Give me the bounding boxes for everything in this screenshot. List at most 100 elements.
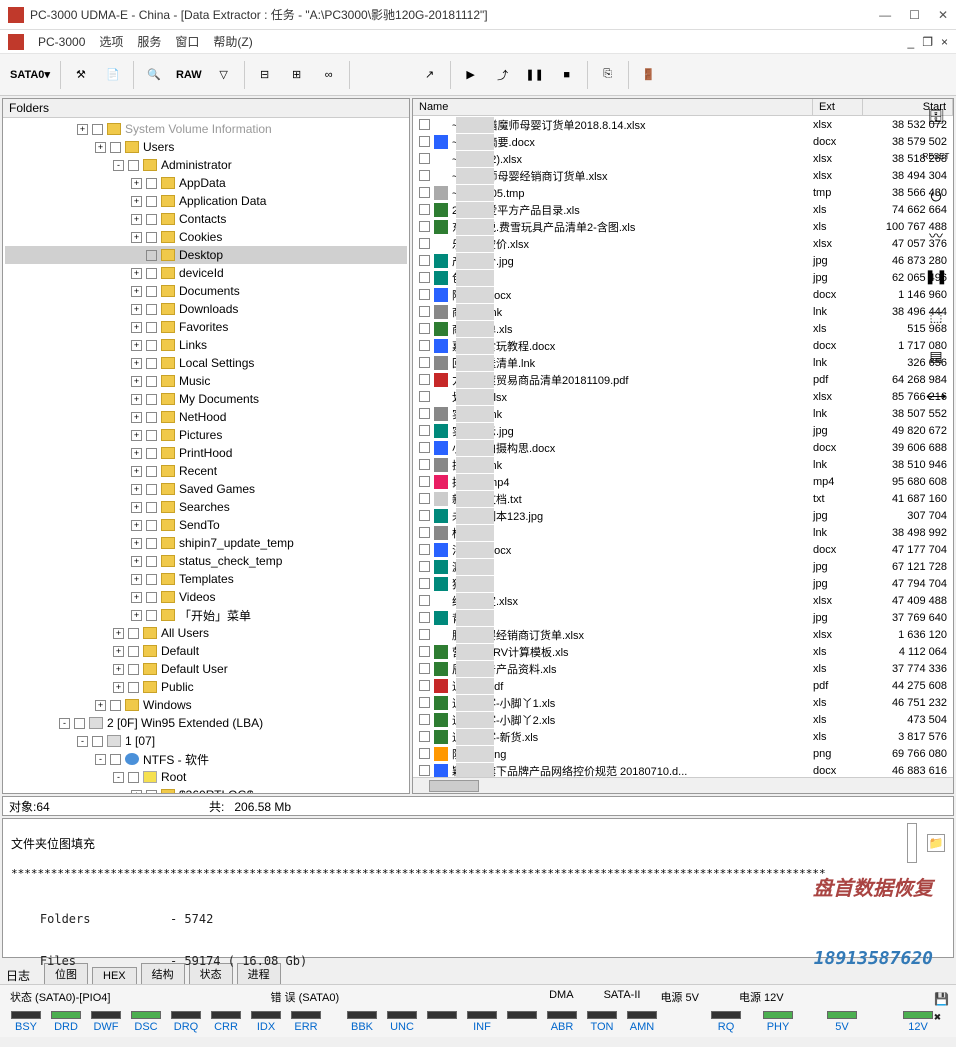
file-row[interactable]: 退 客-新货.xlsxls3 817 576	[413, 728, 953, 745]
connector-icon[interactable]: ⬚	[922, 302, 950, 330]
tree-node[interactable]: +Links	[5, 336, 407, 354]
file-list[interactable]: ~$ 膳魔师母婴订货单2018.8.14.xlsxxlsx38 532 072~…	[413, 116, 953, 777]
play-icon[interactable]: ▶	[456, 59, 486, 91]
file-row[interactable]: 力 渡贸易商品清单20181109.pdfpdf64 268 984	[413, 371, 953, 388]
file-row[interactable]: 颖 旗下品牌产品网络控价规范 20180710.d...docx46 883 6…	[413, 762, 953, 777]
tree-node[interactable]: +Recent	[5, 462, 407, 480]
slider-icon[interactable]: ⟷	[922, 382, 950, 410]
file-row[interactable]: ~W 05.tmptmp38 566 430	[413, 184, 953, 201]
menu-app[interactable]: PC-3000	[38, 35, 85, 49]
tree-node[interactable]: +Cookies	[5, 228, 407, 246]
tree-node[interactable]: -Administrator	[5, 156, 407, 174]
pause-icon[interactable]: ❚❚	[520, 59, 550, 91]
log-clear-icon[interactable]: ✖	[934, 1010, 949, 1024]
mdi-close-icon[interactable]: ×	[941, 35, 948, 49]
tree-node[interactable]: +Templates	[5, 570, 407, 588]
copy-icon[interactable]: ⎘	[593, 59, 623, 91]
tree-node[interactable]: +「开始」菜单	[5, 606, 407, 624]
file-row[interactable]: 标 lnk38 498 992	[413, 524, 953, 541]
tree-node[interactable]: -1 [07]	[5, 732, 407, 750]
tree-node[interactable]: +Users	[5, 138, 407, 156]
minimize-button[interactable]: —	[879, 8, 891, 22]
export-icon[interactable]: ↗	[415, 59, 445, 91]
file-row[interactable]: 膳 婴经销商订货单.xlsxxlsx1 636 120	[413, 626, 953, 643]
tree-node[interactable]: Desktop	[5, 246, 407, 264]
tree-node[interactable]: +Local Settings	[5, 354, 407, 372]
tree-node[interactable]: +Saved Games	[5, 480, 407, 498]
tree-node[interactable]: +Favorites	[5, 318, 407, 336]
tree-node[interactable]: +Application Data	[5, 192, 407, 210]
file-row[interactable]: ~$ (2).xlsxxlsx38 518 268	[413, 150, 953, 167]
horizontal-scrollbar[interactable]	[413, 777, 953, 793]
mdi-minimize-icon[interactable]: _	[908, 35, 915, 49]
tree-node[interactable]: +Default User	[5, 660, 407, 678]
file-row[interactable]: ~$ 膳魔师母婴订货单2018.8.14.xlsxxlsx38 532 072	[413, 116, 953, 133]
link-icon[interactable]: ∞	[314, 59, 344, 91]
tree-node[interactable]: -2 [0F] Win95 Extended (LBA)	[5, 714, 407, 732]
tree-node[interactable]: +deviceId	[5, 264, 407, 282]
file-row[interactable]: 划 .xlsxxlsx85 766 216	[413, 388, 953, 405]
file-row[interactable]: 小 拍摄构思.docxdocx39 606 688	[413, 439, 953, 456]
file-list-header[interactable]: Name Ext Start	[413, 99, 953, 116]
db-icon[interactable]: 🗄	[922, 102, 950, 130]
tree-node[interactable]: +Windows	[5, 696, 407, 714]
tree-node[interactable]: +SendTo	[5, 516, 407, 534]
raw-button[interactable]: RAW	[171, 59, 207, 91]
tree-node[interactable]: +shipin7_update_temp	[5, 534, 407, 552]
file-row[interactable]: 漏 jpg67 121 728	[413, 558, 953, 575]
file-row[interactable]: 退 客-小脚丫1.xlsxls46 751 232	[413, 694, 953, 711]
col-ext[interactable]: Ext	[813, 99, 863, 115]
menu-item[interactable]: 服务	[137, 33, 161, 50]
tree-node[interactable]: +Downloads	[5, 300, 407, 318]
file-row[interactable]: 20 爱平方产品目录.xlsxls74 662 664	[413, 201, 953, 218]
tool-document-icon[interactable]: 📄	[98, 59, 128, 91]
chip-icon[interactable]: ▤	[922, 342, 950, 370]
tree-node[interactable]: +Documents	[5, 282, 407, 300]
file-row[interactable]: 嘉 食玩教程.docxdocx1 717 080	[413, 337, 953, 354]
file-row[interactable]: ~$ 摘要.docxdocx38 579 502	[413, 133, 953, 150]
file-row[interactable]: ~$ 师母婴经销商订货单.xlsxxlsx38 494 304	[413, 167, 953, 184]
tree-node[interactable]: +Pictures	[5, 426, 407, 444]
file-row[interactable]: 回 送清单.lnklnk326 656	[413, 354, 953, 371]
reset-icon[interactable]: RESET	[922, 142, 950, 170]
exit-icon[interactable]: 🚪	[634, 59, 664, 91]
file-row[interactable]: 产 价.jpgjpg46 873 280	[413, 252, 953, 269]
file-row[interactable]: 辰 告产品资料.xlsxls37 774 336	[413, 660, 953, 677]
tree2-icon[interactable]: ⊞	[282, 59, 312, 91]
file-row[interactable]: 商 .lnklnk38 496 444	[413, 303, 953, 320]
file-row[interactable]: 退 客-小脚丫2.xlsxls473 504	[413, 711, 953, 728]
file-row[interactable]: 营 NRV计算模板.xlsxls4 112 064	[413, 643, 953, 660]
file-row[interactable]: 法 .docxdocx47 177 704	[413, 541, 953, 558]
tree-node[interactable]: +$360RTLOG$	[5, 786, 407, 793]
file-row[interactable]: 背 jpg37 769 640	[413, 609, 953, 626]
file-row[interactable]: 退 .pdfpdf44 275 608	[413, 677, 953, 694]
tree-node[interactable]: +PrintHood	[5, 444, 407, 462]
menu-item[interactable]: 选项	[99, 33, 123, 50]
tree-icon[interactable]: ⊟	[250, 59, 280, 91]
tree-node[interactable]: -Root	[5, 768, 407, 786]
file-row[interactable]: 东 悦.费雪玩具产品清单2-含图.xlsxls100 767 488	[413, 218, 953, 235]
log-disk-icon[interactable]: 💾	[934, 992, 949, 1006]
menu-item[interactable]: 窗口	[175, 33, 199, 50]
maximize-button[interactable]: ☐	[909, 8, 920, 22]
pause2-icon[interactable]: ❚❚	[922, 262, 950, 290]
mdi-restore-icon[interactable]: ❐	[922, 35, 933, 49]
filter-icon[interactable]: ▽	[209, 59, 239, 91]
file-row[interactable]: 商 单.xlsxls515 968	[413, 320, 953, 337]
tool-hammer-icon[interactable]: ⚒	[66, 59, 96, 91]
file-row[interactable]: 乐 空价.xlsxxlsx47 057 376	[413, 235, 953, 252]
stop-icon[interactable]: ■	[552, 59, 582, 91]
binoculars-icon[interactable]: 🔍	[139, 59, 169, 91]
file-row[interactable]: 新 文档.txttxt41 687 160	[413, 490, 953, 507]
tree-node[interactable]: +Videos	[5, 588, 407, 606]
file-row[interactable]: 包 jpg62 065 496	[413, 269, 953, 286]
sata-button[interactable]: SATA0▾	[5, 59, 55, 91]
power-icon[interactable]: ⏻	[922, 182, 950, 210]
tree-node[interactable]: +AppData	[5, 174, 407, 192]
tree-node[interactable]: +Searches	[5, 498, 407, 516]
tree-node[interactable]: +All Users	[5, 624, 407, 642]
file-row[interactable]: 拨 .mp4mp495 680 608	[413, 473, 953, 490]
file-row[interactable]: 给 定.xlsxxlsx47 409 488	[413, 592, 953, 609]
tree-node[interactable]: +My Documents	[5, 390, 407, 408]
file-row[interactable]: 振 .lnklnk38 510 946	[413, 456, 953, 473]
